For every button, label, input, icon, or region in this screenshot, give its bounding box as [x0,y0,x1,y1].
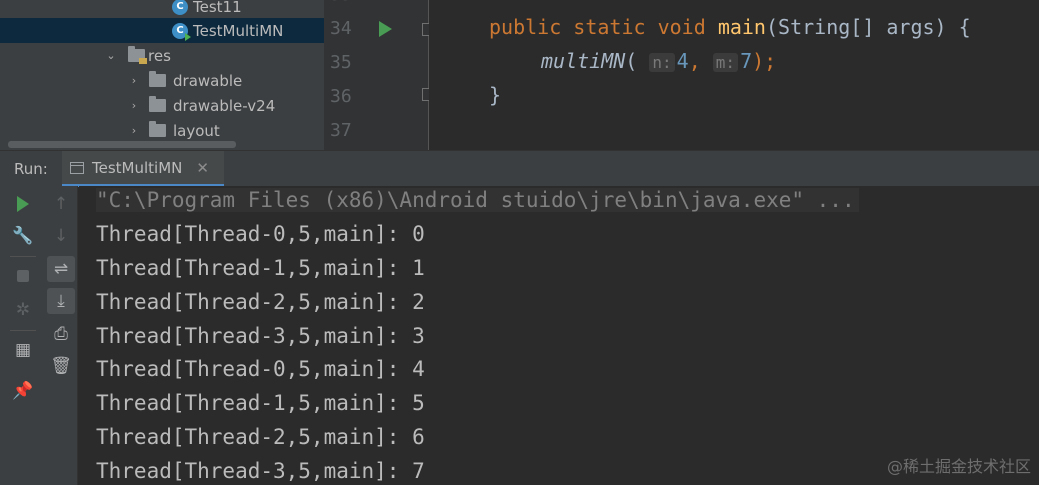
console-line: Thread[Thread-3,5,main]: 3 [96,324,425,348]
stop-icon[interactable] [9,263,37,289]
console-line: Thread[Thread-0,5,main]: 4 [96,357,425,381]
run-toolbar-secondary: ↑ ↓ ⇌ ⤓ ⎙ 🗑 [45,186,78,485]
param-hint: n: [649,53,675,72]
run-panel-header: Run: TestMultiMN ✕ [0,150,1039,187]
java-class-icon: C [172,0,188,15]
console-tab-icon [70,161,84,174]
tree-item-test11[interactable]: C Test11 [0,0,324,19]
code-line-35: multiMN( n: 4, m: 7); [541,49,777,73]
arrow-down-icon[interactable]: ↓ [47,223,75,249]
tree-item-label: Test11 [193,0,242,16]
run-tab-label: TestMultiMN [92,158,183,177]
line-number: 33 [330,0,360,5]
console-line: Thread[Thread-0,5,main]: 0 [96,222,425,246]
tree-item-testmultimn[interactable]: C TestMultiMN [0,18,324,43]
tree-item-label: layout [173,121,220,140]
tree-item-label: drawable-v24 [173,96,276,115]
resource-folder-icon [128,46,147,64]
scroll-to-end-icon[interactable]: ⤓ [47,288,75,314]
console-line: Thread[Thread-1,5,main]: 5 [96,391,425,415]
trash-icon[interactable]: 🗑 [47,353,75,379]
line-number: 35 [330,52,352,73]
folder-icon [149,71,166,87]
chevron-right-icon[interactable]: › [127,99,141,112]
chevron-right-icon[interactable]: › [127,124,141,137]
tree-item-label: res [148,46,171,65]
console-line: Thread[Thread-2,5,main]: 2 [96,290,425,314]
soft-wrap-icon[interactable]: ⇌ [47,256,75,282]
tree-item-drawable-v24[interactable]: › drawable-v24 [0,93,324,118]
bug-icon[interactable]: ✲ [9,297,37,323]
chevron-right-icon[interactable]: › [127,74,141,87]
pin-icon[interactable]: 📌 [9,378,37,404]
editor-gutter: 33 34 35 36 37 [324,0,429,150]
close-icon[interactable]: ✕ [196,159,209,177]
tree-item-drawable[interactable]: › drawable [0,68,324,93]
tree-item-label: TestMultiMN [193,21,284,40]
folder-icon [149,96,166,112]
run-gutter-icon[interactable] [379,21,392,37]
watermark: @稀土掘金技术社区 [886,457,1031,476]
console-line: Thread[Thread-3,5,main]: 7 [96,459,425,483]
layout-icon[interactable]: ▦ [9,337,37,363]
tree-item-label: drawable [173,71,243,90]
run-toolbar-primary: 🔧 ✲ ▦ 📌 [0,186,45,485]
console-command-line: "C:\Program Files (x86)\Android stuido\j… [96,188,859,212]
code-line-36: } [489,83,502,107]
tree-item-layout[interactable]: › layout [0,118,324,143]
code-editor[interactable]: public static void main(String[] args) {… [429,0,1039,150]
horizontal-scrollbar[interactable] [8,141,236,148]
toolbar-separator [10,256,36,257]
wrench-icon[interactable]: 🔧 [9,223,37,249]
folder-icon [149,121,166,137]
console-line: Thread[Thread-1,5,main]: 1 [96,256,425,280]
console-line: Thread[Thread-2,5,main]: 6 [96,425,425,449]
chevron-down-icon[interactable]: ⌄ [104,49,118,62]
java-class-run-icon: C [172,22,191,41]
arrow-up-icon[interactable]: ↑ [47,191,75,217]
param-hint: m: [712,53,739,72]
line-number: 37 [330,120,352,141]
run-label: Run: [14,160,48,178]
project-tree: C Test11 C TestMultiMN ⌄ res › drawable … [0,0,324,150]
tree-item-res[interactable]: ⌄ res [0,43,324,68]
line-number: 34 [330,18,352,39]
toolbar-separator [10,330,36,331]
run-tab-testmultimn[interactable]: TestMultiMN ✕ [62,151,224,187]
code-line-34: public static void main(String[] args) { [489,15,971,39]
print-icon[interactable]: ⎙ [47,321,75,347]
console-output[interactable]: "C:\Program Files (x86)\Android stuido\j… [79,186,1039,485]
play-icon[interactable] [9,191,37,217]
line-number: 36 [330,86,352,107]
